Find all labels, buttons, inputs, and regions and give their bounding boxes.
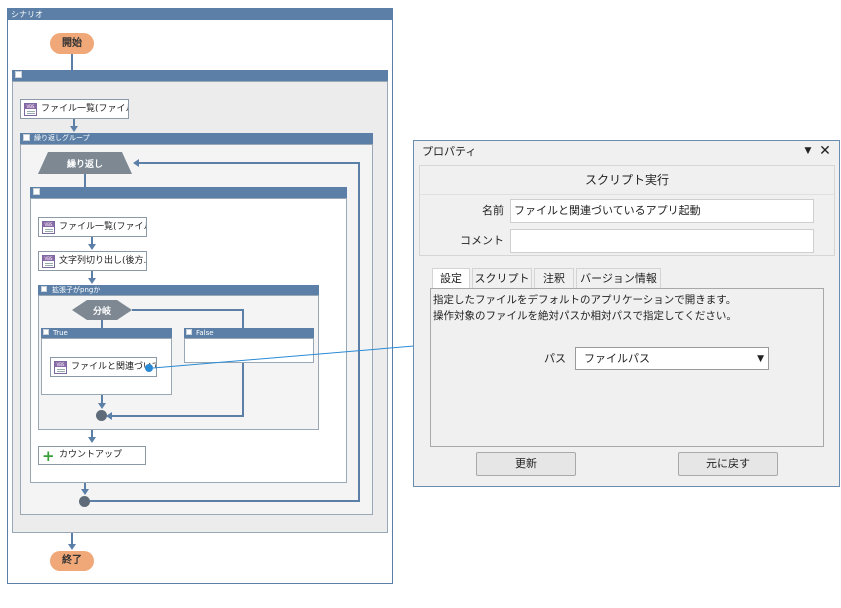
description-line-2: 操作対象のファイルを絶対パスか相対パスで指定してください。 bbox=[433, 310, 737, 322]
properties-title: プロパティ bbox=[414, 141, 839, 162]
description-line-1: 指定したファイルをデフォルトのアプリケーションで開きます。 bbox=[433, 294, 737, 306]
update-button[interactable]: 更新 bbox=[476, 452, 576, 476]
properties-header: スクリプト実行 bbox=[419, 165, 835, 194]
comment-label: コメント bbox=[460, 234, 504, 247]
name-label: 名前 bbox=[482, 204, 504, 217]
comment-input[interactable] bbox=[510, 229, 814, 253]
revert-button[interactable]: 元に戻す bbox=[678, 452, 778, 476]
tab-version-info[interactable]: バージョン情報 bbox=[576, 268, 661, 288]
dropdown-arrow-icon[interactable]: ▼ bbox=[802, 145, 814, 157]
tab-script[interactable]: スクリプト bbox=[472, 268, 532, 288]
tab-annotation[interactable]: 注釈 bbox=[534, 268, 574, 288]
path-select[interactable]: ファイルパス ▼ bbox=[575, 347, 769, 370]
path-select-value: ファイルパス bbox=[584, 352, 650, 365]
name-input[interactable]: ファイルと関連づいているアプリ起動 bbox=[510, 199, 814, 223]
chevron-down-icon[interactable]: ▼ bbox=[757, 348, 764, 370]
path-label: パス bbox=[544, 352, 566, 365]
properties-panel: プロパティ ▼ ✕ スクリプト実行 名前 ファイルと関連づいているアプリ起動 コ… bbox=[413, 140, 840, 487]
tab-settings[interactable]: 設定 bbox=[432, 268, 470, 288]
close-icon[interactable]: ✕ bbox=[818, 143, 832, 159]
